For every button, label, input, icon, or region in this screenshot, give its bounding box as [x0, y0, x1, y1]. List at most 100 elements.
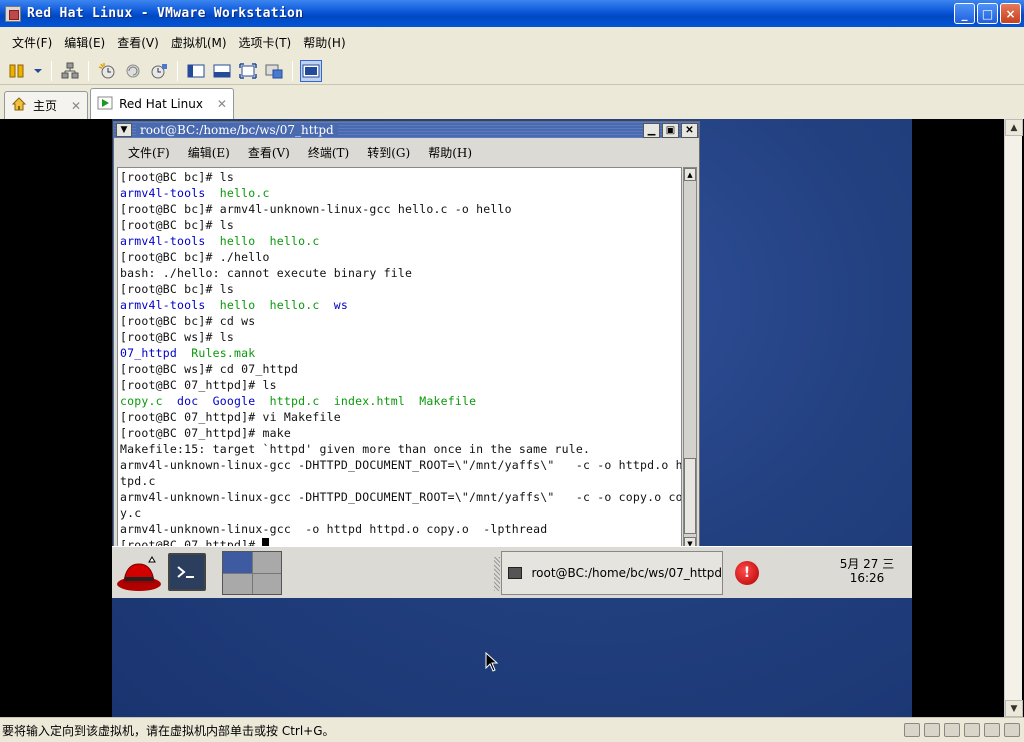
terminal-line: [root@BC bc]# ls [120, 217, 679, 233]
terminal-text: tpd.c [120, 474, 156, 488]
workspace-1[interactable] [223, 552, 252, 573]
terminal-menu-go[interactable]: 转到(G) [358, 144, 419, 161]
maximize-button[interactable]: □ [977, 3, 998, 24]
terminal-line: tpd.c [120, 473, 679, 489]
scroll-thumb[interactable] [684, 458, 696, 534]
terminal-line: y.c [120, 505, 679, 521]
terminal-controls: ▁ ▣ ✕ [643, 122, 698, 138]
network-adapter-icon[interactable] [944, 723, 960, 737]
terminal-close-button[interactable]: ✕ [681, 122, 698, 138]
terminal-text: [root@BC 07_httpd]# vi Makefile [120, 410, 341, 424]
usb-icon[interactable] [964, 723, 980, 737]
terminal-line: [root@BC bc]# armv4l-unknown-linux-gcc h… [120, 201, 679, 217]
tab-home[interactable]: 主页 ✕ [4, 91, 89, 119]
terminal-text: armv4l-tools [120, 186, 206, 200]
menu-tabs[interactable]: 选项卡(T) [233, 34, 298, 51]
menubar: 文件(F) 编辑(E) 查看(V) 虚拟机(M) 选项卡(T) 帮助(H) [0, 27, 1024, 57]
terminal-line: Makefile:15: target `httpd' given more t… [120, 441, 679, 457]
terminal-line: [root@BC ws]# ls [120, 329, 679, 345]
tab-red-hat-linux[interactable]: Red Hat Linux ✕ [90, 88, 234, 119]
fullscreen-icon[interactable] [237, 60, 259, 82]
scroll-down-icon[interactable]: ▼ [1005, 700, 1023, 717]
cdrom-icon[interactable] [924, 723, 940, 737]
terminal-text: bash: ./hello: cannot execute binary fil… [120, 266, 413, 280]
update-alert-icon[interactable]: ! [735, 561, 759, 585]
message-icon[interactable] [1004, 723, 1020, 737]
chevron-down-icon[interactable] [32, 60, 44, 82]
scroll-up-icon[interactable]: ▲ [1005, 119, 1023, 136]
snapshot-manager-icon[interactable] [148, 60, 170, 82]
terminal-text: [root@BC 07_httpd]# ls [120, 378, 277, 392]
terminal-line: [root@BC bc]# ls [120, 169, 679, 185]
terminal-menu-file[interactable]: 文件(F) [119, 144, 179, 161]
terminal-launcher-icon[interactable] [168, 553, 206, 591]
red-hat-menu-icon[interactable] [116, 552, 162, 594]
pause-icon[interactable] [6, 60, 28, 82]
terminal-line: [root@BC 07_httpd]# make [120, 425, 679, 441]
close-button[interactable]: × [1000, 3, 1021, 24]
terminal-output[interactable]: [root@BC bc]# ls armv4l-tools hello.c [roo… [117, 167, 682, 551]
workspace-4[interactable] [252, 573, 281, 594]
panel-clock[interactable]: 5月 27 三 16:26 [827, 557, 907, 585]
terminal-text: [root@BC bc]# ./hello [120, 250, 270, 264]
terminal-menu-edit[interactable]: 编辑(E) [179, 144, 239, 161]
terminal-menu-view[interactable]: 查看(V) [239, 144, 299, 161]
quick-switch-icon[interactable] [211, 60, 233, 82]
menu-file[interactable]: 文件(F) [6, 34, 58, 51]
tab-home-label: 主页 [33, 99, 58, 113]
sidebar-toggle-icon[interactable] [185, 60, 207, 82]
console-view-icon[interactable] [300, 59, 322, 82]
terminal-menu-help[interactable]: 帮助(H) [419, 144, 481, 161]
terminal-text: hello [219, 298, 256, 312]
terminal-window[interactable]: ▼ root@BC:/home/bc/ws/07_httpd ▁ ▣ ✕ 文件(… [113, 121, 700, 554]
close-tab-icon[interactable]: ✕ [71, 99, 81, 113]
sound-icon[interactable] [984, 723, 1000, 737]
terminal-line: [root@BC 07_httpd]# ls [120, 377, 679, 393]
taskbar-item-label: root@BC:/home/bc/ws/07_httpd [531, 566, 723, 580]
terminal-text: hello.c [219, 186, 270, 200]
terminal-line: 07_httpd Rules.mak [120, 345, 679, 361]
terminal-line: armv4l-tools hello hello.c ws [120, 297, 679, 313]
workspace-pager[interactable] [222, 551, 282, 595]
window-title: Red Hat Linux - VMware Workstation [27, 6, 304, 21]
scroll-up-icon[interactable]: ▲ [684, 168, 696, 181]
workspace-2[interactable] [252, 552, 281, 573]
terminal-maximize-button[interactable]: ▣ [662, 122, 679, 138]
terminal-text: armv4l-tools [120, 234, 206, 248]
close-tab-icon[interactable]: ✕ [217, 97, 227, 111]
revert-snapshot-icon[interactable] [122, 60, 144, 82]
hard-disk-icon[interactable] [904, 723, 920, 737]
window-menu-icon[interactable]: ▼ [116, 123, 132, 137]
taskbar-grip[interactable] [494, 557, 500, 591]
vm-scrollbar[interactable]: ▲ ▼ [1004, 119, 1023, 717]
snapshot-icon[interactable] [96, 60, 118, 82]
menu-help[interactable]: 帮助(H) [297, 34, 351, 51]
terminal-text: [root@BC bc]# ls [120, 282, 234, 296]
terminal-menubar: 文件(F) 编辑(E) 查看(V) 终端(T) 转到(G) 帮助(H) [114, 138, 699, 166]
terminal-text: ws [333, 298, 348, 312]
menu-vm[interactable]: 虚拟机(M) [165, 34, 233, 51]
menu-edit[interactable]: 编辑(E) [58, 34, 111, 51]
toolbar-divider [88, 60, 89, 81]
terminal-titlebar[interactable]: ▼ root@BC:/home/bc/ws/07_httpd ▁ ▣ ✕ [114, 122, 699, 138]
network-icon[interactable] [59, 60, 81, 82]
terminal-text: Rules.mak [191, 346, 256, 360]
minimize-button[interactable]: _ [954, 3, 975, 24]
terminal-line: armv4l-unknown-linux-gcc -o httpd httpd.… [120, 521, 679, 537]
vmware-app-icon [5, 5, 21, 22]
terminal-title: root@BC:/home/bc/ws/07_httpd [136, 123, 338, 137]
tab-red-hat-linux-label: Red Hat Linux [119, 97, 203, 111]
terminal-scrollbar[interactable]: ▲ ▼ [683, 167, 697, 551]
terminal-text: [root@BC ws]# cd 07_httpd [120, 362, 299, 376]
menu-view[interactable]: 查看(V) [111, 34, 165, 51]
window-titlebar[interactable]: Red Hat Linux - VMware Workstation _ □ × [0, 0, 1024, 27]
terminal-text: armv4l-unknown-linux-gcc -o httpd httpd.… [120, 522, 548, 536]
terminal-text: [root@BC ws]# ls [120, 330, 234, 344]
taskbar-item-terminal[interactable]: root@BC:/home/bc/ws/07_httpd [501, 551, 723, 595]
terminal-minimize-button[interactable]: ▁ [643, 122, 660, 138]
tab-strip: 主页 ✕ Red Hat Linux ✕ [0, 86, 1024, 119]
workspace-3[interactable] [223, 573, 252, 594]
terminal-menu-terminal[interactable]: 终端(T) [299, 144, 358, 161]
unity-icon[interactable] [263, 60, 285, 82]
